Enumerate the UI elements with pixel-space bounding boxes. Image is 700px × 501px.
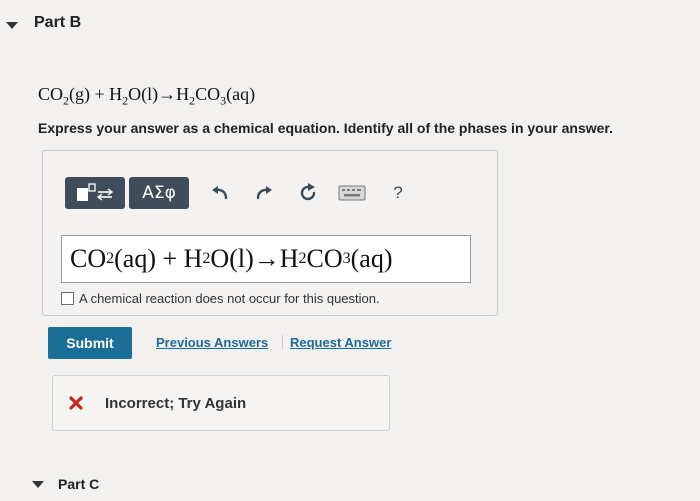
no-reaction-label: A chemical reaction does not occur for t…: [79, 291, 380, 306]
previous-answers-link[interactable]: Previous Answers: [156, 335, 268, 350]
equation-toolbar: ΑΣφ ?: [65, 177, 413, 209]
no-reaction-checkbox[interactable]: [61, 292, 74, 305]
keyboard-icon: [338, 185, 366, 201]
answer-input[interactable]: CO 2 (aq) + H2 O(l)→H 2 CO 3 (aq): [61, 235, 471, 283]
greek-symbols-button[interactable]: ΑΣφ: [129, 177, 189, 209]
expand-part-c-caret-icon[interactable]: [32, 481, 44, 488]
feedback-text: Incorrect; Try Again: [105, 395, 247, 412]
part-b-title: Part B: [34, 14, 82, 31]
collapse-caret-icon[interactable]: [6, 22, 18, 29]
keyboard-button[interactable]: [335, 178, 369, 208]
reaction-statement: CO2(g) + H2O(l)→H2CO3(aq): [38, 84, 256, 108]
undo-button[interactable]: [205, 178, 235, 208]
reset-button[interactable]: [293, 178, 323, 208]
part-c-title: Part C: [58, 476, 100, 492]
answer-panel: ΑΣφ ? CO 2 (aq) + H 2 O(l)→H 2 CO 3 (aq)…: [42, 150, 498, 316]
instruction-text: Express your answer as a chemical equati…: [38, 120, 613, 136]
reset-icon: [300, 183, 316, 201]
feedback-panel: Incorrect; Try Again: [52, 375, 390, 431]
request-answer-link[interactable]: Request Answer: [290, 335, 391, 350]
x-icon: [69, 396, 83, 410]
link-separator: [282, 335, 283, 349]
undo-icon: [212, 186, 228, 200]
redo-button[interactable]: [249, 178, 279, 208]
templates-button[interactable]: [65, 177, 125, 209]
redo-icon: [256, 186, 272, 200]
help-button[interactable]: ?: [383, 178, 413, 208]
submit-button[interactable]: Submit: [48, 327, 132, 359]
templates-icon: [77, 183, 114, 201]
